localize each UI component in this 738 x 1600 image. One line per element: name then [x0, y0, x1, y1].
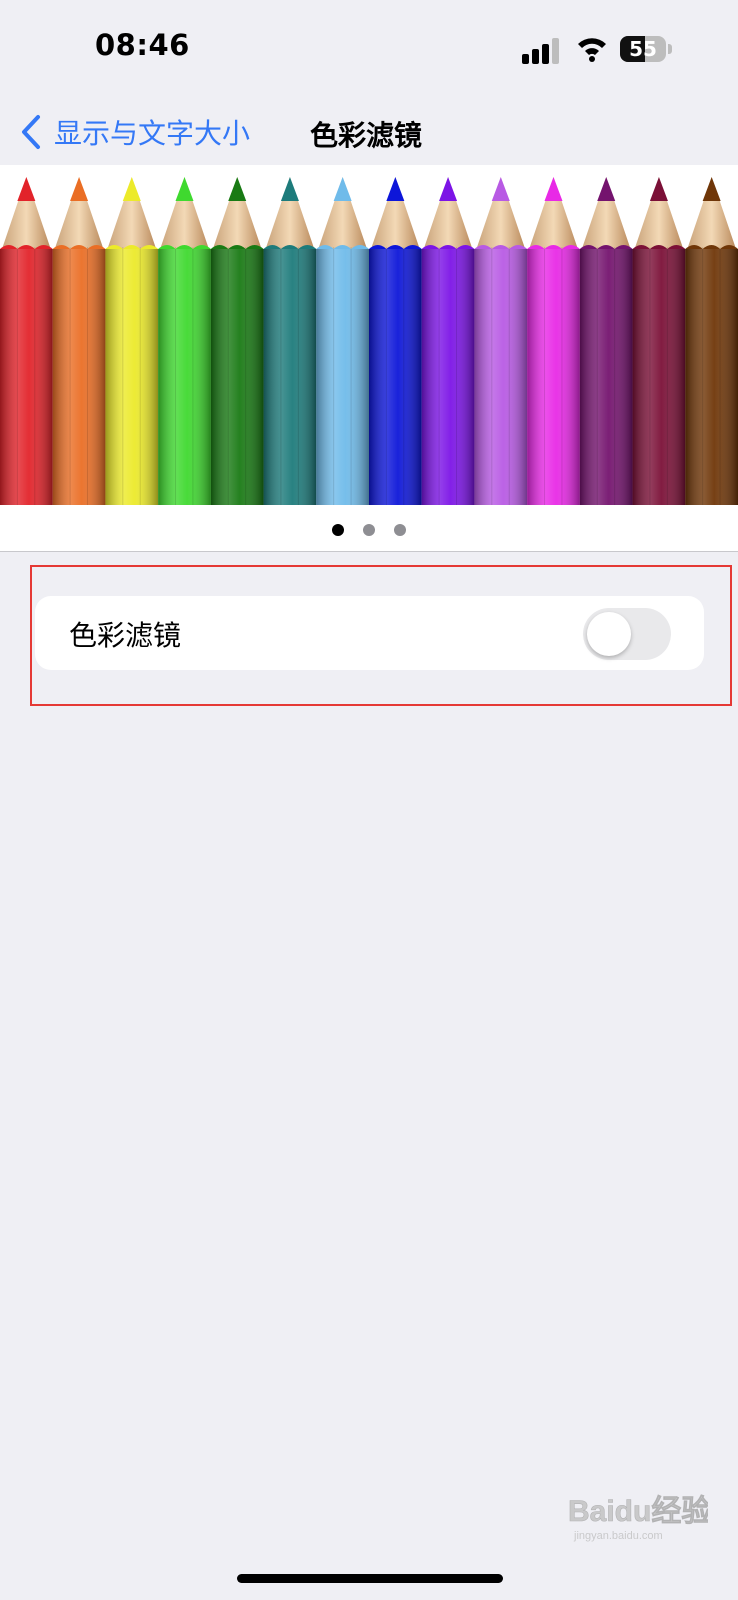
status-bar: 08:46 55 [0, 0, 738, 100]
pencil [579, 177, 633, 505]
chevron-left-icon [22, 115, 40, 149]
pencil [632, 177, 686, 505]
page-indicator[interactable] [0, 524, 738, 536]
page-dot[interactable] [394, 524, 406, 536]
page-dot[interactable] [363, 524, 375, 536]
color-filter-preview[interactable] [0, 165, 738, 551]
baidu-watermark: Baidu经验 jingyan.baidu.com [568, 1485, 712, 1545]
colored-pencils-image [0, 177, 738, 505]
wifi-icon [578, 38, 606, 62]
back-button-label: 显示与文字大小 [54, 117, 251, 150]
battery-level: 55 [629, 37, 657, 61]
pencil [474, 177, 528, 505]
status-time: 08:46 [95, 28, 190, 62]
page-title: 色彩滤镜 [310, 119, 423, 152]
divider [0, 551, 738, 552]
pencil [527, 177, 580, 505]
nav-bar: 显示与文字大小 色彩滤镜 [0, 100, 738, 164]
pencil [0, 177, 53, 505]
pencil [263, 177, 317, 505]
pencil [210, 177, 264, 505]
cellular-signal-icon [522, 38, 559, 64]
color-filters-row[interactable]: 色彩滤镜 [35, 596, 704, 670]
back-button[interactable]: 显示与文字大小 [20, 112, 250, 152]
pencil [421, 177, 475, 505]
svg-text:Baidu经验: Baidu经验 [568, 1494, 708, 1528]
pencil [52, 177, 106, 505]
pencil [369, 177, 422, 505]
color-filters-toggle[interactable] [583, 608, 671, 660]
pencil [158, 177, 211, 505]
home-indicator[interactable] [237, 1574, 503, 1583]
toggle-knob [587, 612, 631, 656]
battery-icon: 55 [620, 36, 672, 64]
pencil [316, 177, 369, 505]
color-filters-label: 色彩滤镜 [69, 619, 182, 652]
pencil [685, 177, 738, 505]
page-dot[interactable] [332, 524, 344, 536]
svg-text:jingyan.baidu.com: jingyan.baidu.com [573, 1530, 663, 1542]
pencil [105, 177, 159, 505]
